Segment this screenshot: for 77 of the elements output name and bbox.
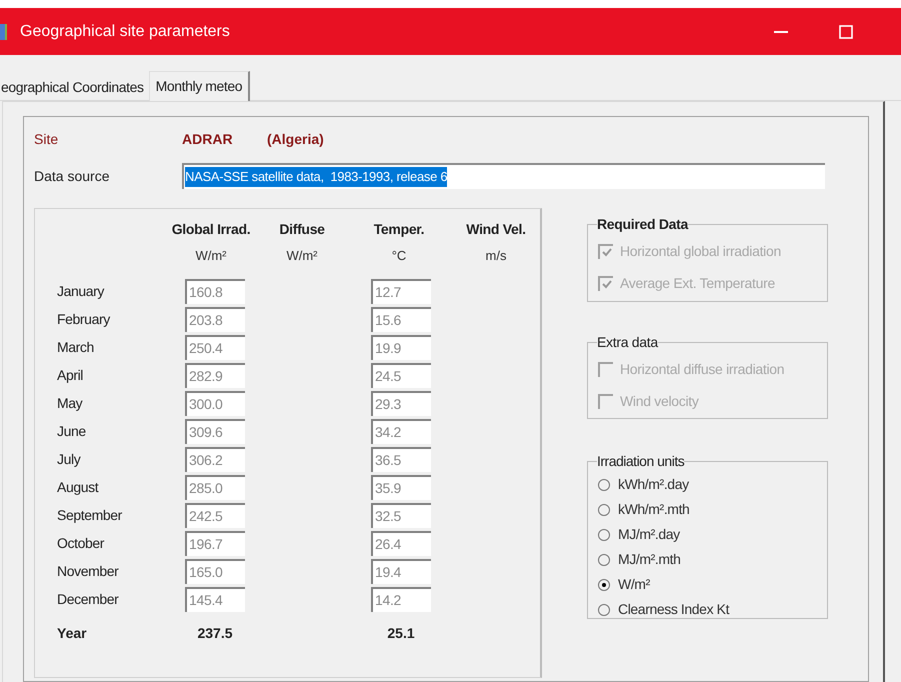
value-field[interactable]: 35.9 <box>371 474 431 500</box>
unit-label: °C <box>392 247 406 265</box>
tab[interactable]: eographical Coordinates <box>0 74 145 100</box>
checkbox-label: Wind velocity <box>620 392 699 411</box>
month-label: September <box>57 506 123 525</box>
radio-label: kWh/m².mth <box>618 500 690 519</box>
value-field[interactable]: 12.7 <box>371 278 431 304</box>
unit-label: W/m² <box>195 247 227 265</box>
month-label: October <box>57 534 106 552</box>
value-field[interactable]: 15.6 <box>371 306 431 332</box>
radio-button[interactable] <box>598 478 610 490</box>
column-header: Diffuse <box>279 220 325 239</box>
value-field[interactable]: 300.0 <box>185 390 245 416</box>
radio-label: Clearness Index Kt <box>618 600 730 619</box>
radio-button[interactable] <box>598 554 610 566</box>
checkbox-label: Average Ext. Temperature <box>620 274 775 293</box>
month-label: January <box>57 282 106 301</box>
window-title: Geographical site parameters <box>20 22 230 42</box>
month-label: June <box>57 422 87 440</box>
value-field[interactable]: 19.4 <box>371 558 431 584</box>
radio-label: W/m² <box>618 575 650 594</box>
site-name: ADRAR <box>182 130 234 148</box>
value-field[interactable]: 160.8 <box>185 278 245 304</box>
month-label: August <box>57 478 100 497</box>
unit-label: m/s <box>486 247 506 265</box>
value-field[interactable]: 145.4 <box>185 586 245 612</box>
value-field[interactable]: 32.5 <box>371 502 431 528</box>
month-label: April <box>57 366 84 385</box>
year-total: 25.1 <box>386 624 416 642</box>
value-field[interactable]: 306.2 <box>185 446 245 472</box>
value-field[interactable]: 36.5 <box>371 446 431 472</box>
month-label: July <box>57 450 82 469</box>
value-field[interactable]: 19.9 <box>371 334 431 360</box>
column-header: Global Irrad. <box>172 220 250 239</box>
radio-button[interactable] <box>598 578 610 590</box>
site-country: (Algeria) <box>267 130 324 149</box>
column-header: Wind Vel. <box>466 220 526 239</box>
checkbox-label: Horizontal diffuse irradiation <box>620 360 784 378</box>
value-field[interactable]: 203.8 <box>185 306 245 332</box>
value-field[interactable]: 250.4 <box>185 334 245 360</box>
minimize-icon[interactable] <box>774 30 788 32</box>
value-field[interactable]: 242.5 <box>185 502 245 528</box>
value-field[interactable]: 14.2 <box>371 586 431 612</box>
site-label: Site <box>34 130 60 148</box>
unit-label: W/m² <box>286 247 318 265</box>
month-label: December <box>57 590 120 608</box>
year-label: Year <box>57 624 88 642</box>
month-label: February <box>57 310 112 329</box>
radio-label: MJ/m².day <box>618 525 680 544</box>
radio-label: MJ/m².mth <box>618 550 681 569</box>
value-field[interactable]: 34.2 <box>371 418 431 444</box>
radio-button[interactable] <box>598 604 610 616</box>
value-field[interactable]: 196.7 <box>185 530 245 556</box>
value-field[interactable]: 282.9 <box>185 362 245 388</box>
group-title: Irradiation units <box>597 452 684 471</box>
group-title: Required Data <box>597 215 688 234</box>
group-title: Extra data <box>597 333 658 352</box>
value-field[interactable]: 26.4 <box>371 530 431 556</box>
data-source-field[interactable]: NASA-SSE satellite data, 1983-1993, release 6 <box>182 163 825 189</box>
radio-button[interactable] <box>598 528 610 540</box>
radio-label: kWh/m².day <box>618 475 689 494</box>
app-icon <box>0 24 7 40</box>
value-field[interactable]: 285.0 <box>185 474 245 500</box>
value-field[interactable]: 24.5 <box>371 362 431 388</box>
value-field[interactable]: 309.6 <box>185 418 245 444</box>
checkbox-label: Horizontal global irradiation <box>620 242 781 261</box>
tab[interactable]: Monthly meteo <box>148 71 250 101</box>
radio-button[interactable] <box>598 504 610 516</box>
column-header: Temper. <box>374 220 424 239</box>
month-label: May <box>57 394 84 413</box>
month-label: March <box>57 338 95 356</box>
year-total: 237.5 <box>196 624 234 642</box>
data-source-label: Data source <box>34 166 110 186</box>
value-field[interactable]: 165.0 <box>185 558 245 584</box>
maximize-icon[interactable] <box>839 24 853 38</box>
month-label: November <box>57 562 120 580</box>
value-field[interactable]: 29.3 <box>371 390 431 416</box>
